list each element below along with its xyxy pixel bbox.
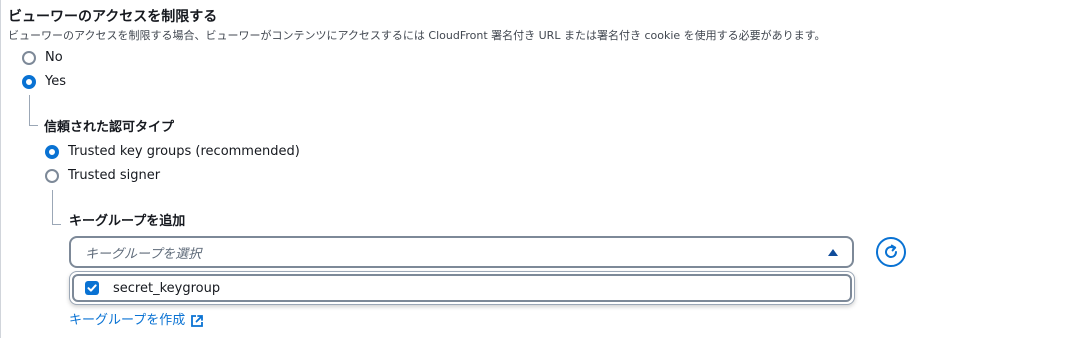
refresh-icon <box>883 244 899 260</box>
radio-trusted-key-groups-label: Trusted key groups (recommended) <box>68 144 300 159</box>
radio-no-label: No <box>45 50 63 65</box>
key-group-dropdown: secret_keygroup <box>69 271 855 305</box>
section-description: ビューワーのアクセスを制限する場合、ビューワーがコンテンツにアクセスするには C… <box>8 29 826 42</box>
check-icon <box>87 283 97 293</box>
section-title: ビューワーのアクセスを制限する <box>8 9 218 25</box>
page-left-border <box>0 0 1 338</box>
external-link-icon <box>190 314 204 328</box>
tree-connector-horizontal-2 <box>52 224 61 225</box>
caret-up-icon <box>828 248 838 256</box>
option-checkbox[interactable] <box>85 281 99 295</box>
radio-no-control[interactable] <box>22 51 36 65</box>
tree-connector-horizontal <box>29 125 38 126</box>
radio-trusted-signer-control[interactable] <box>45 169 59 183</box>
tree-connector-vertical <box>29 95 30 125</box>
radio-no[interactable]: No <box>22 49 63 67</box>
tree-connector-vertical-2 <box>52 190 53 224</box>
key-group-title: キーグループを追加 <box>69 214 186 229</box>
key-group-select[interactable]: キーグループを選択 <box>69 236 854 268</box>
auth-type-title: 信頼された認可タイプ <box>44 120 175 135</box>
radio-trusted-key-groups-control[interactable] <box>45 145 59 159</box>
radio-trusted-signer-label: Trusted signer <box>68 168 161 183</box>
dropdown-option[interactable]: secret_keygroup <box>72 274 852 302</box>
key-group-select-placeholder: キーグループを選択 <box>85 246 202 262</box>
refresh-button[interactable] <box>876 237 906 267</box>
option-label: secret_keygroup <box>113 280 221 296</box>
radio-trusted-key-groups[interactable]: Trusted key groups (recommended) <box>45 143 300 161</box>
radio-yes[interactable]: Yes <box>22 73 66 91</box>
radio-trusted-signer[interactable]: Trusted signer <box>45 167 160 185</box>
create-key-group-link-text[interactable]: キーグループを作成 <box>69 312 185 330</box>
radio-yes-control[interactable] <box>22 75 36 89</box>
create-key-group-link[interactable]: キーグループを作成 <box>69 312 204 330</box>
radio-yes-label: Yes <box>45 74 66 89</box>
